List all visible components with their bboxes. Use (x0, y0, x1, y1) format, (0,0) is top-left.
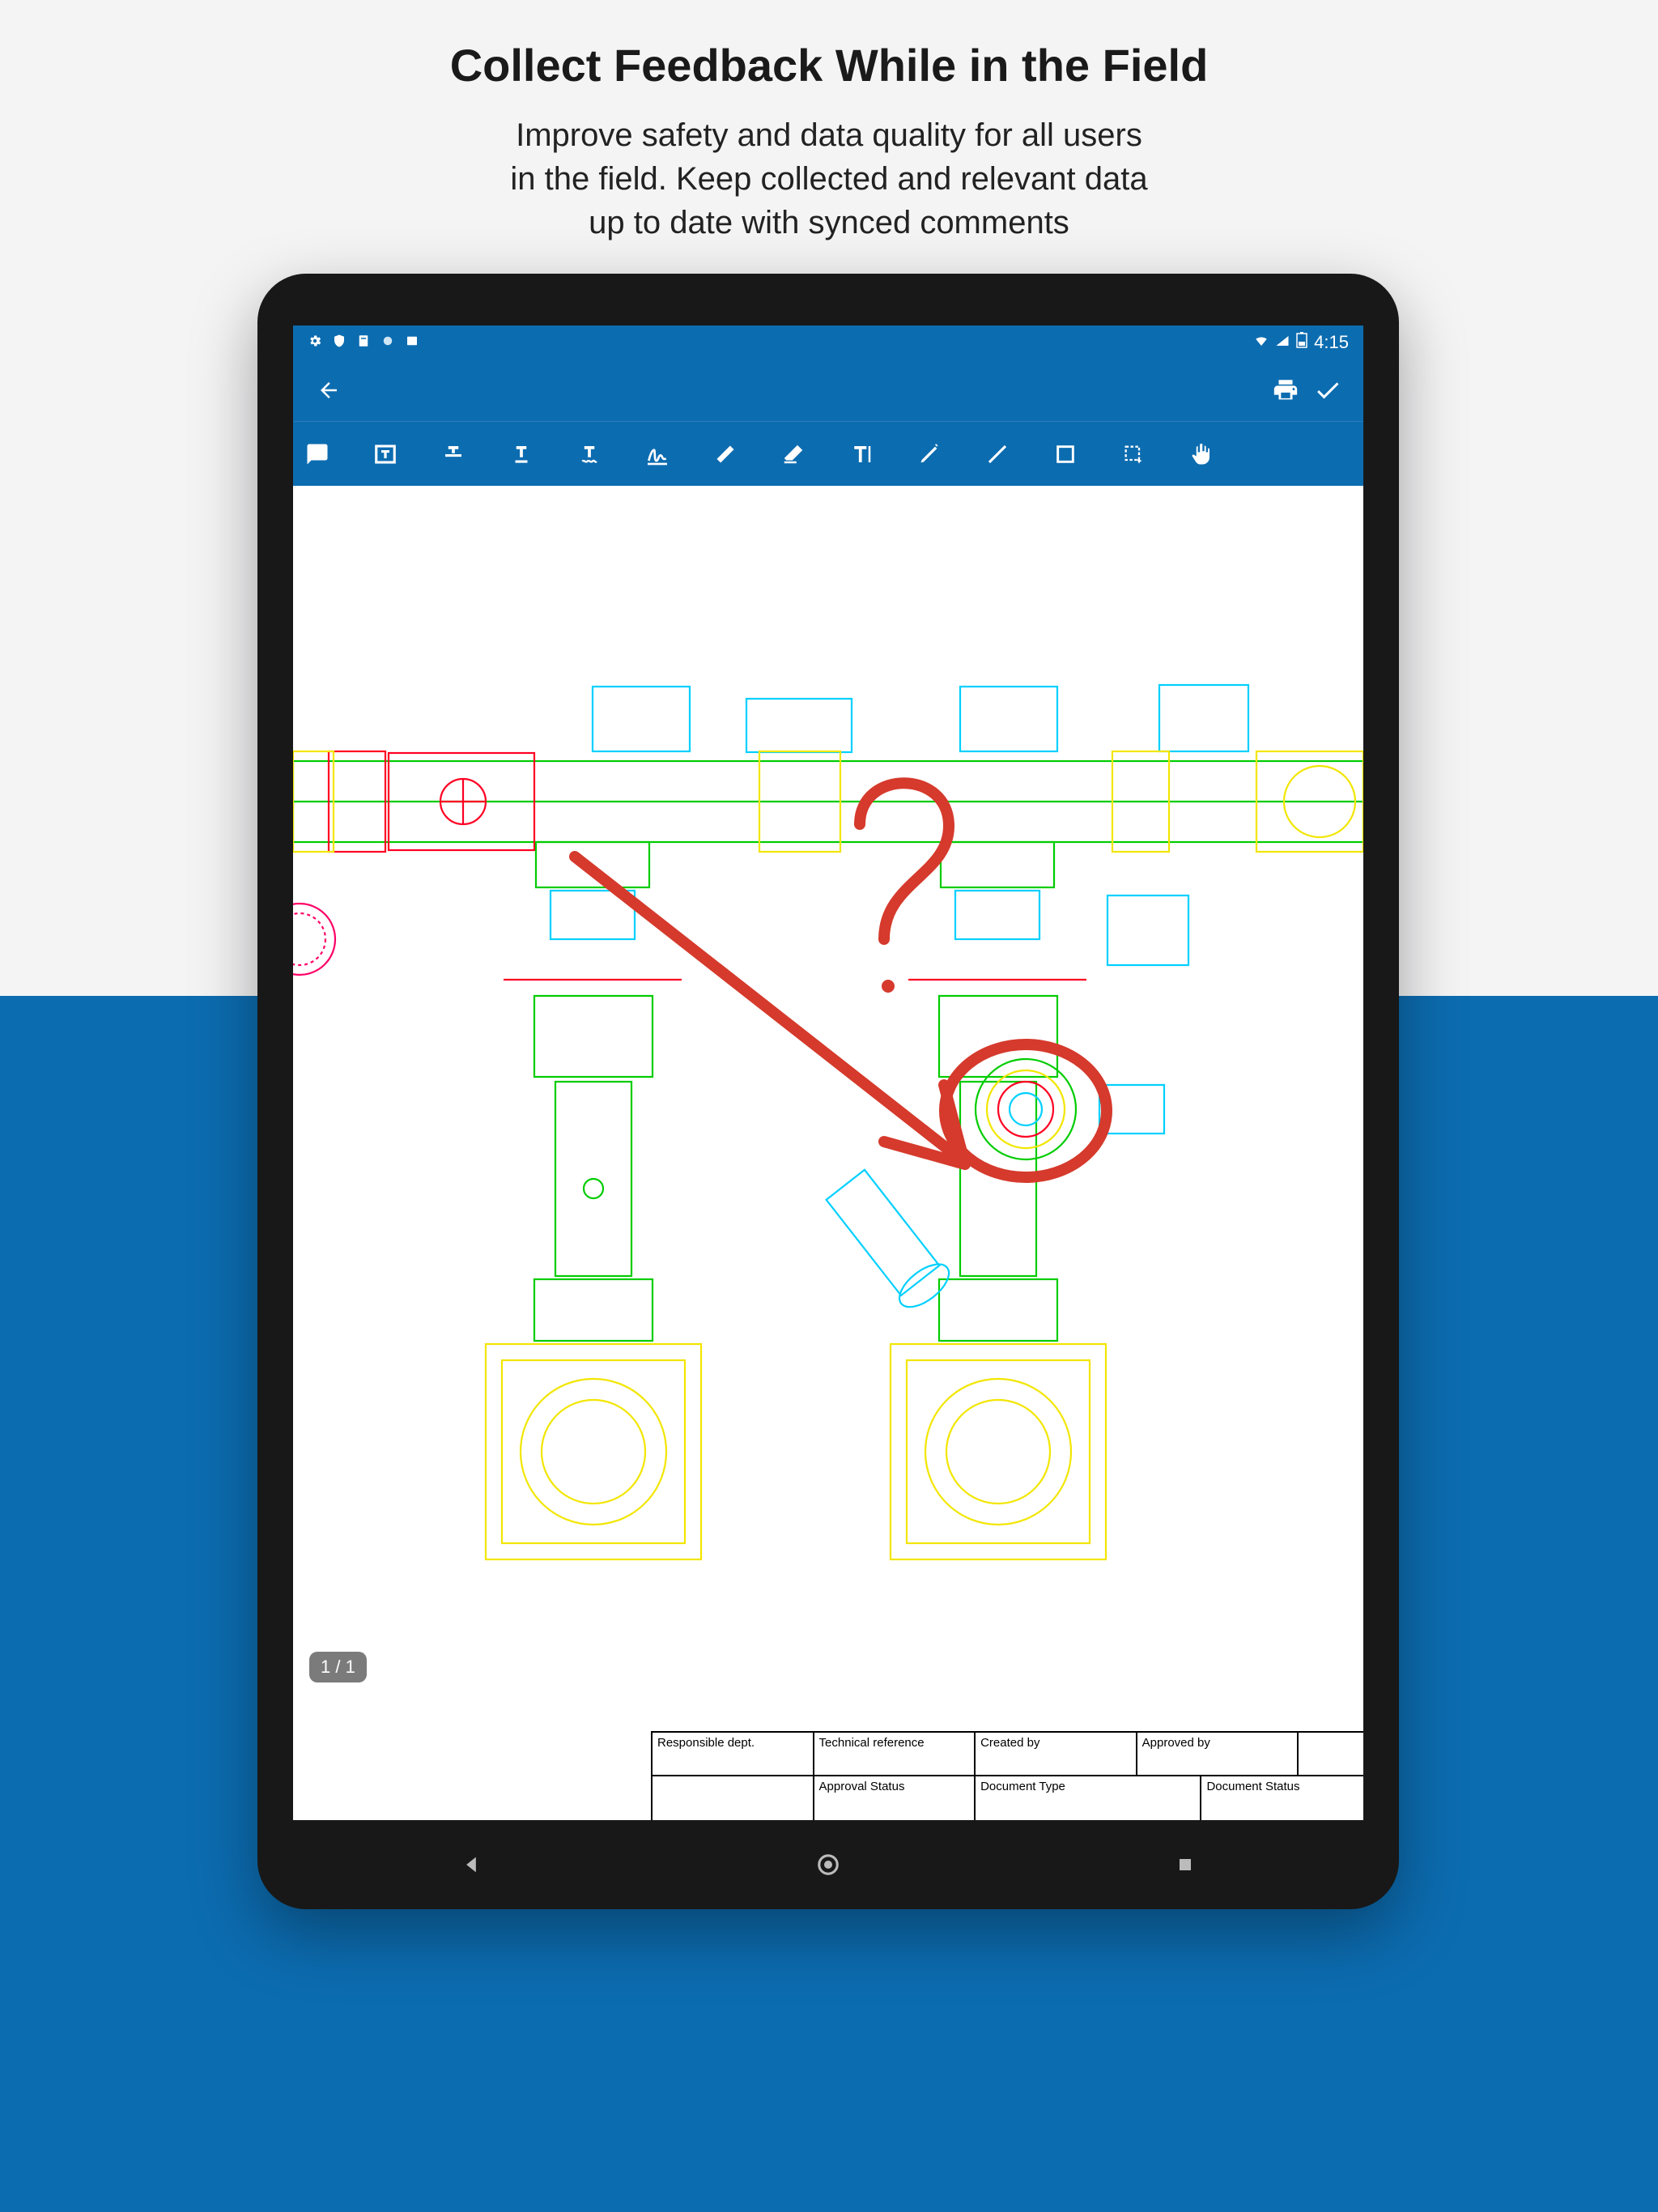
promo-sub-l3: up to date with synced comments (589, 205, 1069, 240)
annotation-toolbar (293, 421, 1363, 486)
promo-title: Collect Feedback While in the Field (0, 39, 1658, 91)
squiggly-tool[interactable] (573, 438, 606, 470)
status-right: 4:15 (1254, 332, 1349, 353)
nav-back-button[interactable] (455, 1848, 487, 1881)
app-bar (293, 359, 1363, 421)
confirm-button[interactable] (1307, 369, 1349, 411)
text-tool[interactable] (845, 438, 878, 470)
drawing-canvas[interactable]: 1 / 1 Responsible dept. Technical refere… (293, 486, 1363, 1820)
tb-approved-by: Approved by (1137, 1733, 1299, 1776)
nav-home-button[interactable] (812, 1848, 844, 1881)
gear-icon (308, 332, 322, 353)
print-button[interactable] (1265, 369, 1307, 411)
rectangle-tool[interactable] (1049, 438, 1082, 470)
tablet-screen: 4:15 (293, 325, 1363, 1820)
comment-tool[interactable] (301, 438, 334, 470)
card-icon (405, 332, 419, 353)
select-tool[interactable] (1117, 438, 1150, 470)
tablet-frame: 4:15 (257, 274, 1399, 1909)
doc-icon (356, 332, 371, 353)
status-bar: 4:15 (293, 325, 1363, 359)
tb-document-type: Document Type (976, 1776, 1201, 1820)
strikethrough-tool[interactable] (437, 438, 470, 470)
page-indicator: 1 / 1 (309, 1652, 367, 1682)
tb-responsible-dept: Responsible dept. (653, 1733, 814, 1776)
pan-tool[interactable] (1185, 438, 1218, 470)
promo-sub-l2: in the field. Keep collected and relevan… (510, 161, 1147, 197)
android-nav-bar (293, 1820, 1363, 1909)
promo-subtitle: Improve safety and data quality for all … (0, 113, 1658, 245)
back-button[interactable] (308, 369, 350, 411)
cad-drawing (293, 486, 1363, 1820)
pen-tool[interactable] (913, 438, 946, 470)
tb-technical-ref: Technical reference (814, 1733, 976, 1776)
tb-document-status: Document Status (1201, 1776, 1363, 1820)
highlight-tool[interactable] (709, 438, 742, 470)
circle-icon (380, 332, 395, 353)
tb-blank-2 (653, 1776, 814, 1820)
wifi-icon (1254, 332, 1269, 353)
battery-icon (1296, 332, 1307, 353)
status-time: 4:15 (1314, 332, 1349, 353)
tb-blank-1 (1299, 1733, 1363, 1776)
signal-icon (1275, 332, 1290, 353)
tb-created-by: Created by (976, 1733, 1137, 1776)
signature-tool[interactable] (641, 438, 674, 470)
promo-sub-l1: Improve safety and data quality for all … (516, 117, 1142, 153)
line-tool[interactable] (981, 438, 1014, 470)
textbox-tool[interactable] (369, 438, 402, 470)
underline-tool[interactable] (505, 438, 538, 470)
shield-icon (332, 332, 346, 353)
title-block: Responsible dept. Technical reference Cr… (651, 1731, 1363, 1820)
status-left (308, 332, 419, 353)
tb-approval-status: Approval Status (814, 1776, 976, 1820)
eraser-tool[interactable] (777, 438, 810, 470)
nav-recent-button[interactable] (1169, 1848, 1201, 1881)
